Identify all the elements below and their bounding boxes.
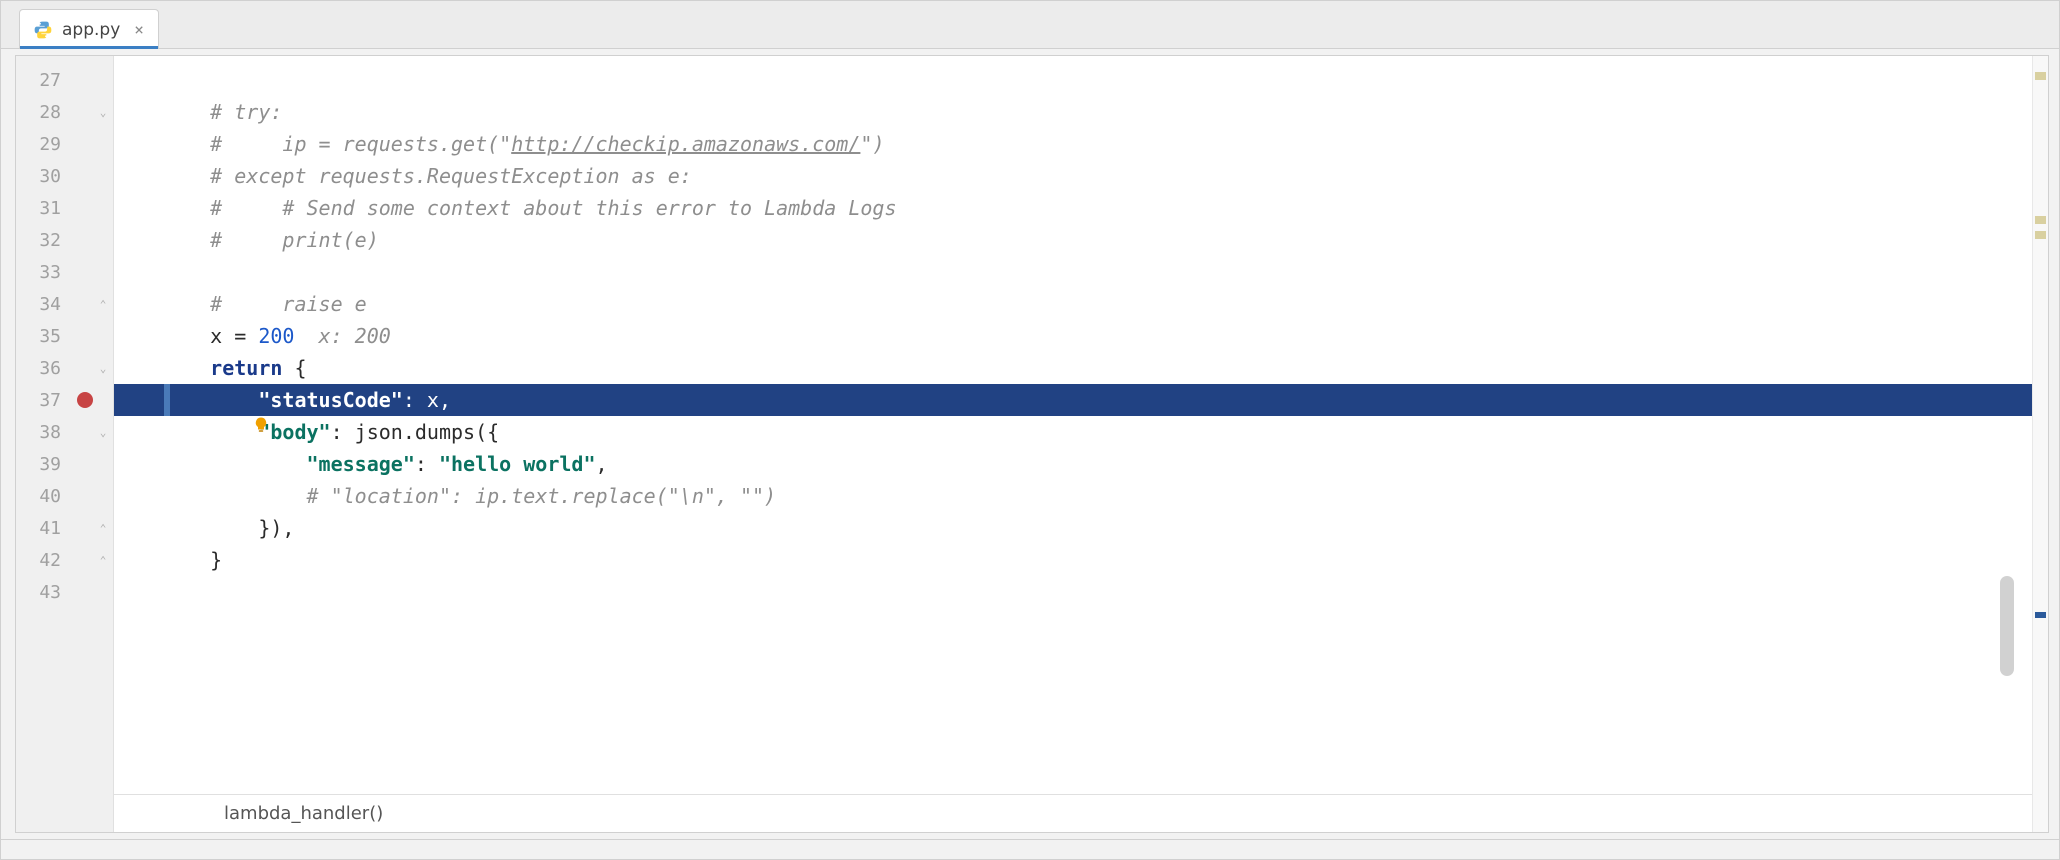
code-line: # except requests.RequestException as e: xyxy=(114,160,2032,192)
fold-icon[interactable]: ⌃ xyxy=(97,298,109,310)
code-line: # ip = requests.get("http://checkip.amaz… xyxy=(114,128,2032,160)
code-line-current: "statusCode": x, xyxy=(114,384,2032,416)
line-number: 28⌄ xyxy=(16,96,113,128)
code-line: # "location": ip.text.replace("\n", "") xyxy=(114,480,2032,512)
code-line: }), xyxy=(114,512,2032,544)
gutter[interactable]: 27 28⌄ 29 30 31 32 33 34⌃ 35 36⌄ 37 38⌄ … xyxy=(16,56,114,832)
line-number: 36⌄ xyxy=(16,352,113,384)
fold-icon[interactable]: ⌄ xyxy=(97,106,109,118)
line-number: 41⌃ xyxy=(16,512,113,544)
line-number: 43 xyxy=(16,576,113,608)
code-line: # print(e) xyxy=(114,224,2032,256)
python-file-icon xyxy=(32,19,54,41)
line-number: 27 xyxy=(16,64,113,96)
breakpoint-icon[interactable] xyxy=(77,392,93,408)
code-line: return { xyxy=(114,352,2032,384)
code-line: # # Send some context about this error t… xyxy=(114,192,2032,224)
line-number: 30 xyxy=(16,160,113,192)
tab-label: app.py xyxy=(62,20,120,40)
ruler-selection-mark[interactable] xyxy=(2035,612,2046,618)
fold-icon[interactable]: ⌄ xyxy=(97,426,109,438)
line-number: 40 xyxy=(16,480,113,512)
fold-icon[interactable]: ⌃ xyxy=(97,522,109,534)
code-line xyxy=(114,256,2032,288)
status-bar xyxy=(1,839,2059,859)
code-line: x = 200 x: 200 xyxy=(114,320,2032,352)
lightbulb-icon[interactable] xyxy=(132,391,150,409)
code-editor[interactable]: 27 28⌄ 29 30 31 32 33 34⌃ 35 36⌄ 37 38⌄ … xyxy=(15,55,2049,833)
line-number: 38⌄ xyxy=(16,416,113,448)
tab-bar: app.py × xyxy=(1,1,2059,49)
overview-ruler[interactable] xyxy=(2032,56,2048,832)
fold-icon[interactable]: ⌃ xyxy=(97,554,109,566)
code-line: "body": json.dumps({ xyxy=(114,416,2032,448)
ruler-warning-mark[interactable] xyxy=(2035,216,2046,224)
line-number: 34⌃ xyxy=(16,288,113,320)
line-number: 31 xyxy=(16,192,113,224)
line-number: 42⌃ xyxy=(16,544,113,576)
fold-icon[interactable]: ⌄ xyxy=(97,362,109,374)
code-line: # raise e xyxy=(114,288,2032,320)
code-line: # try: xyxy=(114,96,2032,128)
close-icon[interactable]: × xyxy=(134,20,144,39)
line-number: 35 xyxy=(16,320,113,352)
ruler-warning-mark[interactable] xyxy=(2035,231,2046,239)
tab-app-py[interactable]: app.py × xyxy=(19,9,159,49)
breadcrumb[interactable]: lambda_handler() xyxy=(114,794,2032,832)
code-area[interactable]: # try: # ip = requests.get("http://check… xyxy=(114,56,2032,832)
code-line: } xyxy=(114,544,2032,576)
line-number: 29 xyxy=(16,128,113,160)
line-number: 39 xyxy=(16,448,113,480)
code-line xyxy=(114,576,2032,608)
line-number: 32 xyxy=(16,224,113,256)
vertical-scrollbar[interactable] xyxy=(2000,576,2014,676)
line-number: 37 xyxy=(16,384,113,416)
execution-bar xyxy=(164,384,170,416)
code-line: "message": "hello world", xyxy=(114,448,2032,480)
editor-window: app.py × 27 28⌄ 29 30 31 32 33 34⌃ 35 36… xyxy=(0,0,2060,860)
inline-hint: x: 200 xyxy=(294,324,390,348)
line-number: 33 xyxy=(16,256,113,288)
code-line xyxy=(114,64,2032,96)
ruler-warning-mark[interactable] xyxy=(2035,72,2046,80)
